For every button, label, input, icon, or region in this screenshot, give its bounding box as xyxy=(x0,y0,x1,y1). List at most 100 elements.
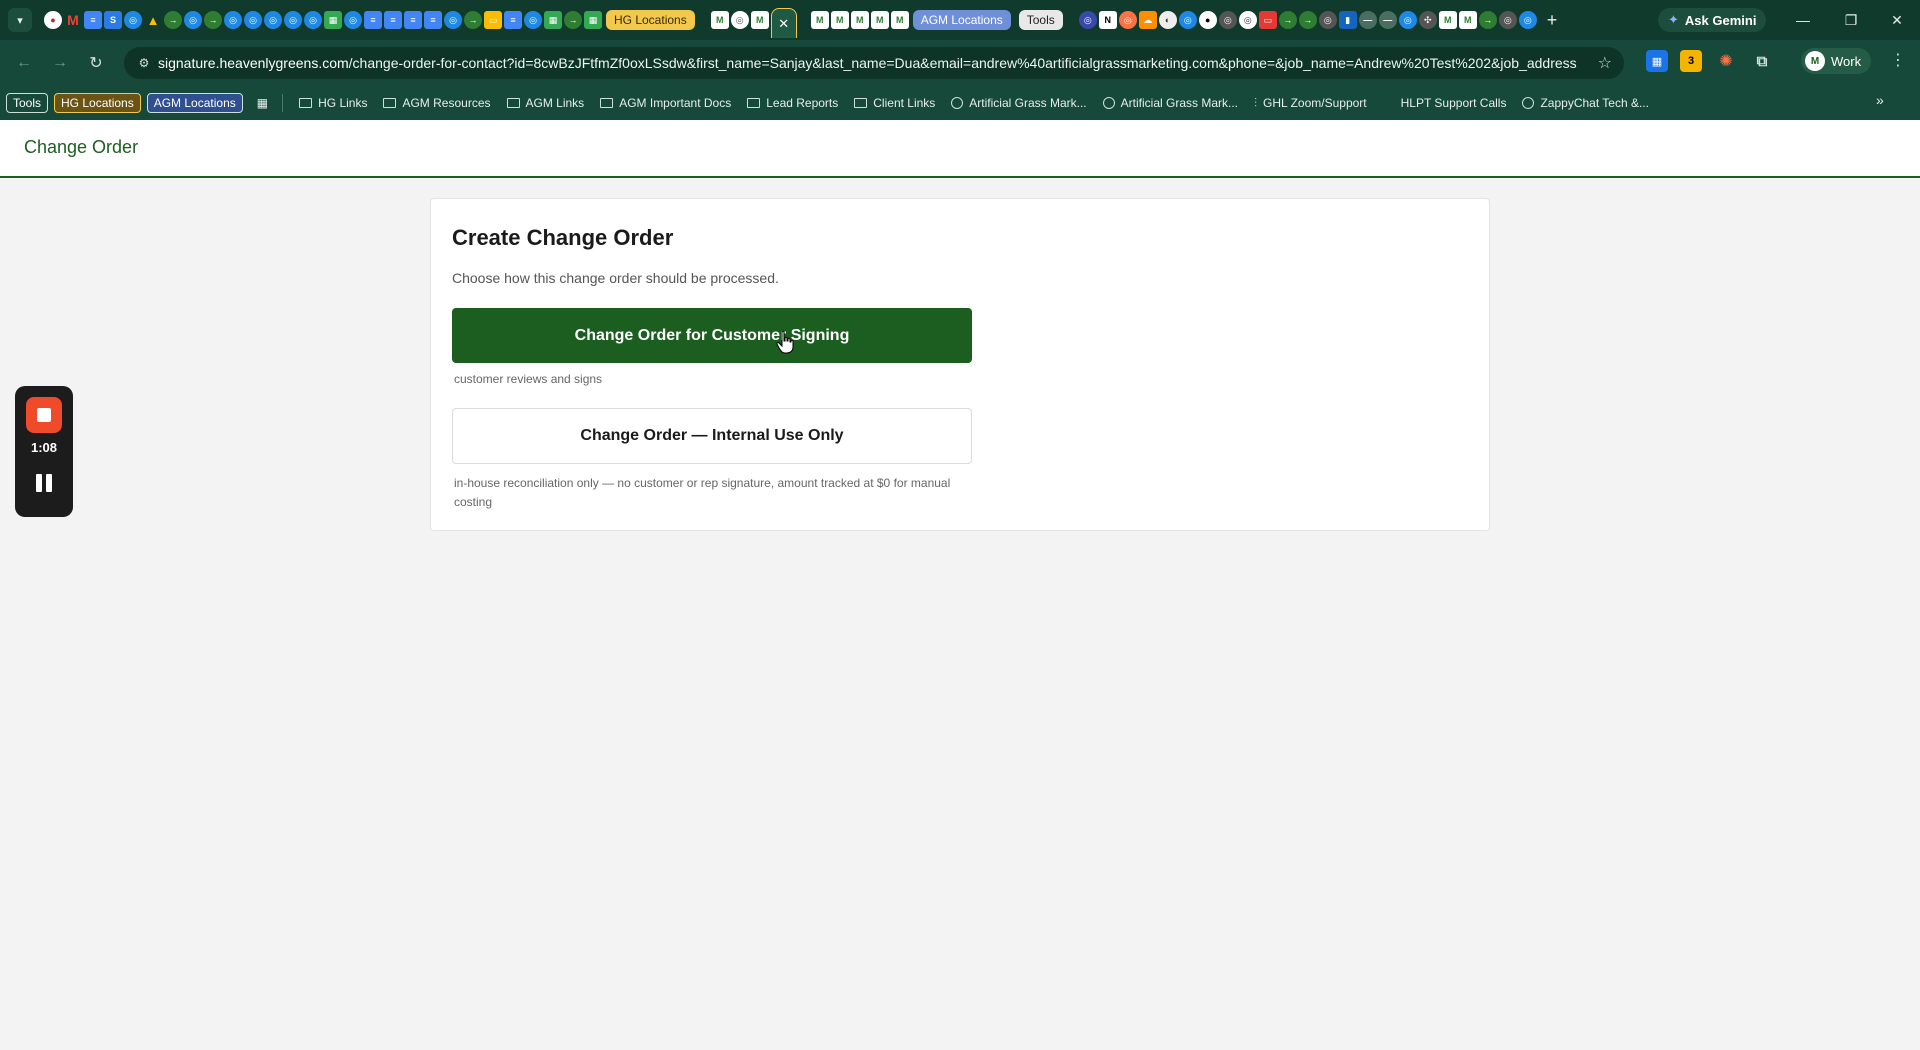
customer-signing-button[interactable]: Change Order for Customer Signing xyxy=(452,308,972,363)
drive-tab-icon[interactable]: ▲ xyxy=(144,11,162,29)
app-tab-icon[interactable]: ◎ xyxy=(1118,11,1137,29)
tab-group-agm-locations[interactable]: AGM Locations xyxy=(912,10,1011,30)
docs-tab-icon[interactable]: ≡ xyxy=(364,11,382,29)
browser-menu-icon[interactable]: ⋮ xyxy=(1890,50,1906,70)
app-tab-icon[interactable]: ◎ xyxy=(284,11,302,29)
bookmark-lead-reports[interactable]: Lead Reports xyxy=(747,96,838,110)
docs-tab-icon[interactable]: ≡ xyxy=(384,11,402,29)
app-tab-icon[interactable]: ◎ xyxy=(1518,11,1537,29)
app-tab-icon[interactable]: ◎ xyxy=(1078,11,1097,29)
bookmark-ghl-zoom-support[interactable]: ⫶ GHL Zoom/Support xyxy=(1254,96,1367,111)
app-tab-icon[interactable]: → xyxy=(1478,11,1497,29)
app-tab-icon[interactable]: ◎ xyxy=(1178,11,1197,29)
profile-button[interactable]: M Work xyxy=(1801,48,1872,74)
close-window-icon[interactable]: ✕ xyxy=(1874,0,1920,40)
bookmark-agm-links[interactable]: AGM Links xyxy=(506,96,584,110)
minimize-icon[interactable]: — xyxy=(1780,0,1826,40)
internal-use-button[interactable]: Change Order — Internal Use Only xyxy=(452,408,972,464)
app-tab-icon[interactable]: ◎ xyxy=(244,11,262,29)
app-tab-icon[interactable]: — xyxy=(1378,11,1397,29)
bookmark-group-hg-locations[interactable]: HG Locations xyxy=(54,93,141,113)
sheets-tab-icon[interactable]: ▦ xyxy=(544,11,562,29)
map-tab-icon[interactable]: M xyxy=(870,11,889,29)
new-tab-plus-icon[interactable]: + xyxy=(1547,10,1558,31)
reload-icon[interactable]: ↻ xyxy=(82,49,110,77)
apps-grid-icon[interactable]: ▦ xyxy=(257,96,268,110)
chart-tab-icon[interactable]: ▮ xyxy=(1338,11,1357,29)
app-tab-icon[interactable]: ✣ xyxy=(1418,11,1437,29)
restore-icon[interactable]: ❐ xyxy=(1828,0,1874,40)
app-tab-icon[interactable]: ◎ xyxy=(730,11,749,29)
bookmark-agm-important-docs[interactable]: AGM Important Docs xyxy=(600,96,731,110)
url-text[interactable]: signature.heavenlygreens.com/change-orde… xyxy=(158,55,1578,71)
slides-tab-icon[interactable]: ▭ xyxy=(484,11,502,29)
tab-search-icon[interactable]: ▾ xyxy=(8,8,32,32)
active-tab-close-icon[interactable]: ✕ xyxy=(770,8,797,38)
docs-tab-icon[interactable]: ≡ xyxy=(424,11,442,29)
app-tab-icon[interactable]: N xyxy=(1098,11,1117,29)
app-tab-icon[interactable]: — xyxy=(1358,11,1377,29)
map-tab-icon[interactable]: M xyxy=(750,11,769,29)
extension-notes-icon[interactable]: 3 xyxy=(1680,50,1702,72)
app-tab-icon[interactable]: → xyxy=(164,11,182,29)
app-tab-icon[interactable]: → xyxy=(464,11,482,29)
app-tab-icon[interactable]: ◎ xyxy=(444,11,462,29)
app-tab-icon[interactable]: ◎ xyxy=(124,11,142,29)
sheet-tab-icon[interactable]: S xyxy=(104,11,122,29)
app-tab-icon[interactable]: ◎ xyxy=(1318,11,1337,29)
docs-tab-icon[interactable]: ≡ xyxy=(504,11,522,29)
bookmark-hlpt-support-calls[interactable]: HLPT Support Calls xyxy=(1401,96,1507,110)
app-tab-icon[interactable]: ◐ xyxy=(1158,11,1177,29)
app-tab-icon[interactable]: ▭ xyxy=(1258,11,1277,29)
map-tab-icon[interactable]: M xyxy=(710,11,729,29)
map-tab-icon[interactable]: M xyxy=(830,11,849,29)
map-tab-icon[interactable]: M xyxy=(810,11,829,29)
map-tab-icon[interactable]: M xyxy=(890,11,909,29)
app-tab-icon[interactable]: ◎ xyxy=(1498,11,1517,29)
app-tab-icon[interactable]: ◎ xyxy=(1218,11,1237,29)
extension-calendar-icon[interactable]: ▦ xyxy=(1646,50,1668,72)
forward-arrow-icon[interactable]: → xyxy=(46,49,74,77)
app-tab-icon[interactable]: ◎ xyxy=(344,11,362,29)
extension-spark-icon[interactable]: ✺ xyxy=(1715,50,1737,72)
map-tab-icon[interactable]: M xyxy=(1458,11,1477,29)
app-tab-icon[interactable]: → xyxy=(564,11,582,29)
bookmark-agm-resources[interactable]: AGM Resources xyxy=(383,96,491,110)
bookmark-star-icon[interactable]: ☆ xyxy=(1598,53,1612,73)
bookmark-artificial-grass-1[interactable]: Artificial Grass Mark... xyxy=(951,96,1087,110)
bookmark-group-agm-locations[interactable]: AGM Locations xyxy=(146,93,243,113)
bookmark-hg-links[interactable]: HG Links xyxy=(299,96,367,110)
app-tab-icon[interactable]: ● xyxy=(1198,11,1217,29)
bookmark-client-links[interactable]: Client Links xyxy=(854,96,935,110)
stop-recording-button[interactable] xyxy=(26,397,62,433)
app-tab-icon[interactable]: ◎ xyxy=(304,11,322,29)
site-info-icon[interactable]: ⚙ xyxy=(130,56,158,70)
app-tab-icon[interactable]: ◎ xyxy=(224,11,242,29)
app-tab-icon[interactable]: ◎ xyxy=(184,11,202,29)
cloud-tab-icon[interactable]: ☁ xyxy=(1138,11,1157,29)
tab-group-hg-locations[interactable]: HG Locations xyxy=(606,10,695,30)
app-tab-icon[interactable]: ◎ xyxy=(264,11,282,29)
tab-group-tools[interactable]: Tools xyxy=(1018,10,1063,30)
bookmark-zappychat[interactable]: ZappyChat Tech &... xyxy=(1522,96,1649,110)
gmail-tab-icon[interactable]: M xyxy=(64,11,82,29)
app-tab-icon[interactable]: ◎ xyxy=(524,11,542,29)
docs-tab-icon[interactable]: ≡ xyxy=(404,11,422,29)
ask-gemini-button[interactable]: ✦ Ask Gemini xyxy=(1658,8,1767,32)
record-tab-icon[interactable]: ● xyxy=(44,11,62,29)
app-tab-icon[interactable]: → xyxy=(204,11,222,29)
sheets-tab-icon[interactable]: ▦ xyxy=(324,11,342,29)
back-arrow-icon[interactable]: ← xyxy=(10,49,38,77)
extensions-puzzle-icon[interactable]: ⧉ xyxy=(1751,50,1773,72)
pause-icon[interactable] xyxy=(36,474,52,492)
map-tab-icon[interactable]: M xyxy=(850,11,869,29)
address-bar[interactable]: ⚙ signature.heavenlygreens.com/change-or… xyxy=(124,47,1624,79)
sheets-tab-icon[interactable]: ▦ xyxy=(584,11,602,29)
app-tab-icon[interactable]: ◎ xyxy=(1238,11,1257,29)
bookmark-artificial-grass-2[interactable]: Artificial Grass Mark... xyxy=(1102,96,1238,110)
app-tab-icon[interactable]: → xyxy=(1278,11,1297,29)
bookmark-group-tools[interactable]: Tools xyxy=(6,93,49,113)
app-tab-icon[interactable]: ◎ xyxy=(1398,11,1417,29)
app-tab-icon[interactable]: → xyxy=(1298,11,1317,29)
bookmarks-overflow-icon[interactable]: » xyxy=(1876,92,1884,108)
